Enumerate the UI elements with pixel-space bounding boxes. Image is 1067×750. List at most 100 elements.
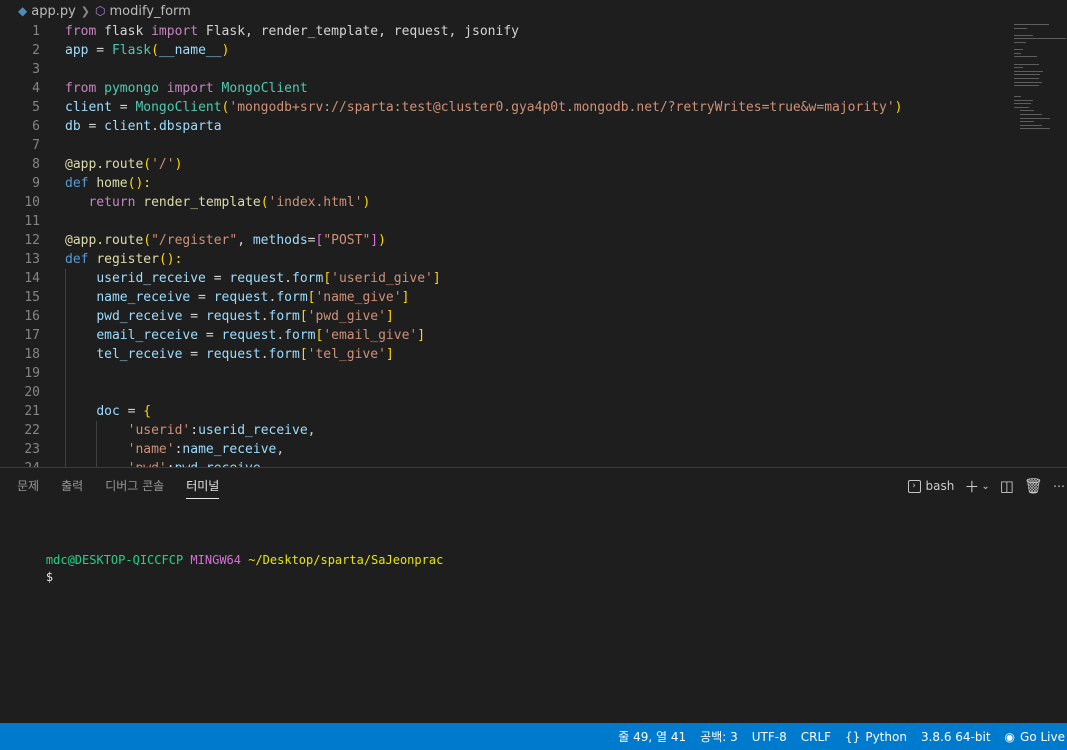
code-token: 'userid' — [127, 423, 191, 438]
code-token: ] — [370, 233, 379, 248]
tab-problems[interactable]: 문제 — [17, 473, 39, 499]
code-token: home — [96, 176, 128, 191]
code-token: @app.route — [65, 233, 144, 248]
code-line[interactable]: 3 — [0, 60, 1010, 79]
breadcrumb-symbol[interactable]: modify_form — [110, 4, 191, 19]
terminal-input-line[interactable]: $ — [17, 552, 53, 603]
minimap-line — [1014, 24, 1049, 25]
code-line[interactable]: 20 — [0, 383, 1010, 402]
tab-terminal[interactable]: 터미널 — [186, 473, 220, 499]
tab-output[interactable]: 출력 — [61, 473, 83, 499]
line-number: 14 — [24, 271, 40, 286]
code-editor[interactable]: 1 from flask import Flask, render_templat… — [0, 22, 1067, 467]
minimap-line — [1014, 38, 1066, 40]
chevron-down-icon: ⌄ — [981, 480, 990, 492]
code-line[interactable]: 24 'pwd':pwd_receive — [0, 459, 1010, 467]
code-line[interactable]: 16 pwd_receive = request.form['pwd_give'… — [0, 307, 1010, 326]
code-token: from — [65, 81, 97, 96]
status-golive[interactable]: ◉ Go Live — [1005, 730, 1065, 744]
minimap-line — [1020, 110, 1034, 112]
code-line[interactable]: 4 from pymongo import MongoClient — [0, 79, 1010, 98]
code-line[interactable]: 22 'userid':userid_receive, — [0, 421, 1010, 440]
code-token: methods — [252, 233, 308, 248]
status-golive-label: Go Live — [1020, 729, 1065, 744]
code-line[interactable]: 8 @app.route('/') — [0, 155, 1010, 174]
minimap[interactable] — [1012, 22, 1067, 132]
terminal-profile-button[interactable]: › bash — [907, 479, 954, 493]
status-encoding[interactable]: UTF-8 — [752, 730, 787, 744]
minimap-line — [1014, 49, 1023, 51]
code-line[interactable]: 6 db = client.dbsparta — [0, 117, 1010, 136]
code-token: , — [307, 423, 316, 438]
code-token: import — [166, 81, 214, 96]
split-terminal-button[interactable]: ◫ — [1000, 477, 1014, 495]
status-indentation[interactable]: 공백: 3 — [700, 728, 738, 745]
code-line[interactable]: 9 def home(): — [0, 174, 1010, 193]
breadcrumb: ◆ app.py ❯ ⬡ modify_form — [0, 0, 1067, 22]
code-token: . — [260, 347, 269, 362]
indent-guide — [65, 383, 66, 402]
line-number: 6 — [32, 119, 40, 134]
code-line[interactable]: 23 'name':name_receive, — [0, 440, 1010, 459]
code-token: ] — [401, 290, 410, 305]
code-text: client = MongoClient('mongodb+srv://spar… — [65, 98, 902, 117]
tab-debug-console[interactable]: 디버그 콘솔 — [105, 473, 164, 499]
code-line[interactable]: 5 client = MongoClient('mongodb+srv://spa… — [0, 98, 1010, 117]
code-line[interactable]: 13 def register(): — [0, 250, 1010, 269]
code-token: from — [65, 24, 97, 39]
status-interpreter[interactable]: 3.8.6 64-bit — [921, 730, 991, 744]
code-token: ) — [362, 195, 371, 210]
code-token: ] — [385, 347, 394, 362]
code-token: { — [143, 404, 152, 419]
code-line[interactable]: 7 — [0, 136, 1010, 155]
terminal-icon: › — [907, 479, 921, 493]
status-language[interactable]: {} Python — [845, 730, 907, 744]
terminal-prompt-line[interactable]: mdc@DESKTOP-QICCFCP MINGW64 ~/Desktop/sp… — [17, 535, 443, 586]
code-line[interactable]: 12 @app.route("/register", methods=["POST… — [0, 231, 1010, 250]
code-text: return render_template('index.html') — [65, 193, 370, 212]
code-token: request — [213, 290, 269, 305]
terminal-user-host: mdc@DESKTOP-QICCFCP — [45, 553, 184, 567]
code-token: = — [88, 43, 112, 58]
code-token: . — [260, 309, 269, 324]
code-line[interactable]: 14 userid_receive = request.form['userid… — [0, 269, 1010, 288]
minimap-line — [1020, 117, 1050, 119]
code-line[interactable]: 21 doc = { — [0, 402, 1010, 421]
code-token: MongoClient — [213, 81, 308, 96]
code-token: 'index.html' — [268, 195, 363, 210]
code-token: ) — [221, 43, 230, 58]
code-token: client — [104, 119, 152, 134]
code-line[interactable]: 10 return render_template('index.html') — [0, 193, 1010, 212]
code-text: email_receive = request.form['email_give… — [65, 326, 425, 345]
code-line[interactable]: 15 name_receive = request.form['name_giv… — [0, 288, 1010, 307]
status-language-label: Python — [865, 729, 907, 744]
panel-actions: › bash ＋ ⌄ ◫ 🗑 ⋯ — [907, 468, 1067, 504]
code-line[interactable]: 18 tel_receive = request.form['tel_give'… — [0, 345, 1010, 364]
code-token: = — [80, 119, 105, 134]
code-line[interactable]: 19 — [0, 364, 1010, 383]
code-text: @app.route("/register", methods=["POST"]… — [65, 231, 386, 250]
line-number: 3 — [32, 62, 40, 77]
more-actions-button[interactable]: ⋯ — [1053, 479, 1065, 493]
code-line[interactable]: 17 email_receive = request.form['email_g… — [0, 326, 1010, 345]
status-cursor-position[interactable]: 줄 49, 열 41 — [618, 728, 686, 745]
code-token: form — [292, 271, 324, 286]
code-line[interactable]: 2 app = Flask(__name__) — [0, 41, 1010, 60]
braces-icon: {} — [845, 729, 861, 744]
code-text: app = Flask(__name__) — [65, 41, 229, 60]
code-line[interactable]: 11 — [0, 212, 1010, 231]
code-line[interactable]: 1 from flask import Flask, render_templat… — [0, 22, 1010, 41]
new-terminal-button[interactable]: ＋ — [964, 476, 979, 497]
code-token: userid_receive — [198, 423, 308, 438]
status-eol[interactable]: CRLF — [801, 730, 831, 744]
code-token: 'name_give' — [315, 290, 402, 305]
breadcrumb-file[interactable]: app.py — [31, 4, 76, 19]
kill-terminal-button[interactable]: 🗑 — [1024, 477, 1043, 495]
code-text: 'userid':userid_receive, — [65, 421, 316, 440]
code-token: request — [221, 328, 277, 343]
code-token: __name__ — [158, 43, 222, 58]
terminal-dropdown-button[interactable]: ⌄ — [981, 481, 989, 492]
code-token: = — [198, 328, 222, 343]
